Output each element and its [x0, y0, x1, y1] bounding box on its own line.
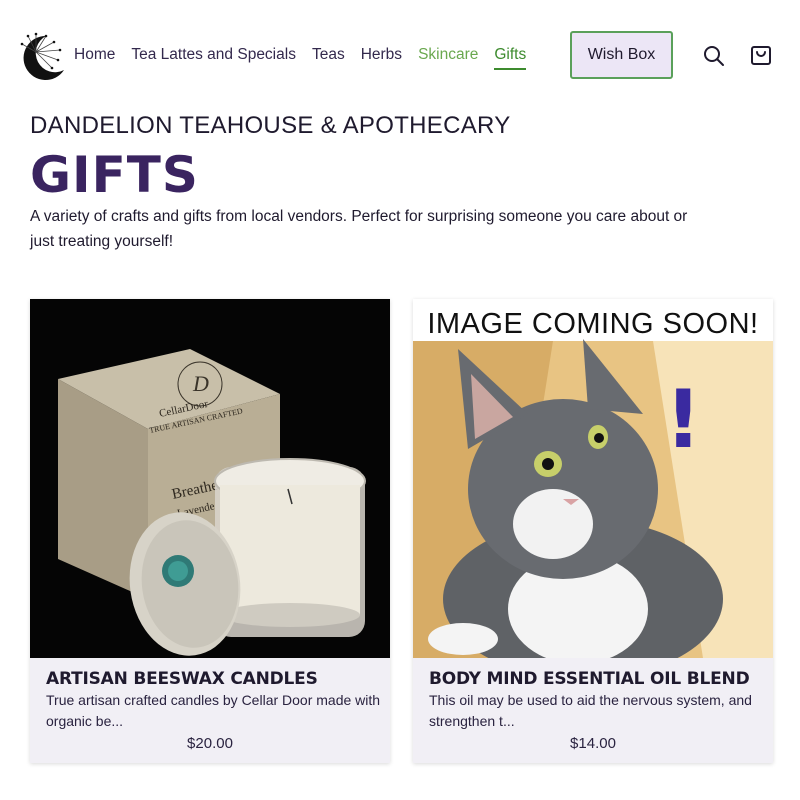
nav-skincare[interactable]: Skincare — [418, 44, 478, 70]
page-title: GIFTS — [30, 146, 199, 204]
shopping-bag-icon[interactable] — [749, 43, 773, 67]
product-card[interactable]: D CellarDoor TRUE ARTISAN CRAFTED Breath… — [30, 299, 390, 763]
moon-dandelion-logo[interactable] — [16, 30, 68, 82]
nav-teas[interactable]: Teas — [312, 44, 345, 70]
product-title[interactable]: ARTISAN BEESWAX CANDLES — [46, 669, 318, 689]
nav-gifts[interactable]: Gifts — [494, 44, 527, 70]
image-coming-soon-banner: IMAGE COMING SOON! — [427, 308, 758, 340]
svg-text:D: D — [192, 371, 209, 396]
site-header: Home Tea Lattes and Specials Teas Herbs … — [0, 0, 800, 110]
brand-name: DANDELION TEAHOUSE & APOTHECARY — [30, 112, 511, 139]
wish-box-button[interactable]: Wish Box — [570, 31, 673, 79]
nav-home[interactable]: Home — [74, 44, 115, 70]
page-intro: A variety of crafts and gifts from local… — [30, 208, 688, 250]
product-title[interactable]: BODY MIND ESSENTIAL OIL BLEND — [429, 669, 750, 689]
product-price: $20.00 — [187, 735, 233, 752]
nav-tea-lattes[interactable]: Tea Lattes and Specials — [131, 44, 296, 70]
product-description: This oil may be used to aid the nervous … — [429, 692, 752, 729]
product-price: $14.00 — [570, 735, 616, 752]
product-image-candle[interactable]: D CellarDoor TRUE ARTISAN CRAFTED Breath… — [30, 299, 390, 658]
main-nav: Home Tea Lattes and Specials Teas Herbs … — [74, 44, 542, 70]
product-image-placeholder-cat[interactable]: IMAGE COMING SOON! ! — [413, 299, 773, 658]
search-icon[interactable] — [702, 44, 726, 68]
exclamation-mark: ! — [665, 373, 701, 466]
nav-herbs[interactable]: Herbs — [361, 44, 402, 70]
product-description: True artisan crafted candles by Cellar D… — [46, 692, 381, 729]
product-card[interactable]: IMAGE COMING SOON! ! BODY MIND ESSENTIAL… — [413, 299, 773, 763]
